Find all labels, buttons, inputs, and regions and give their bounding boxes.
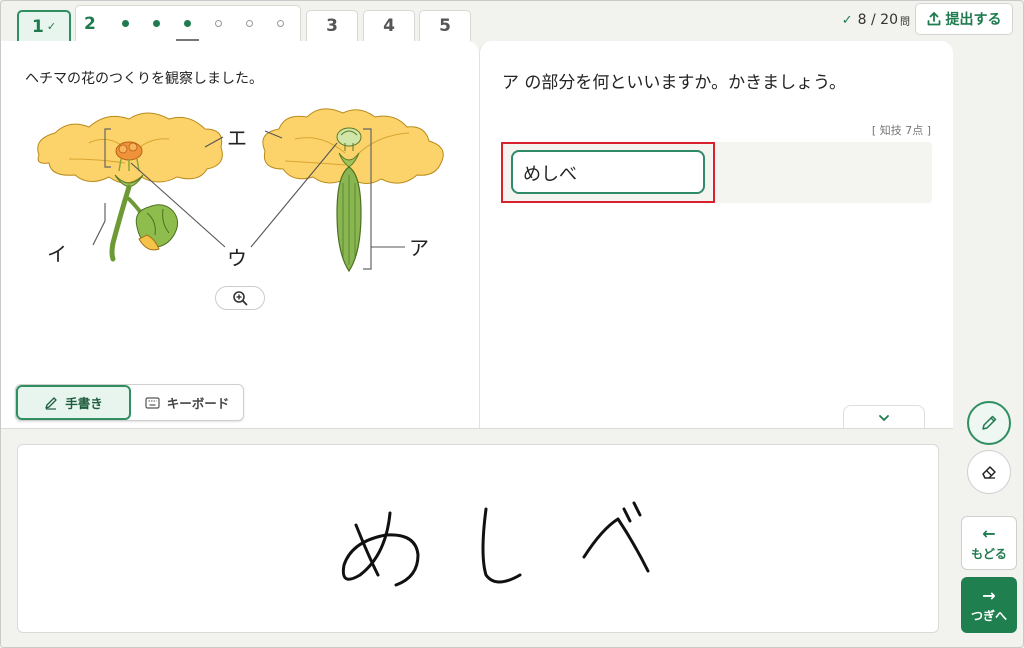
tab-question-4[interactable]: 4 <box>363 10 415 41</box>
question-tab-bar: 1 ✓ 2 3 4 5 ✓ 8 / 20 問 提出する <box>1 1 1023 41</box>
submit-label: 提出する <box>945 12 1002 28</box>
answered-dot-icon <box>121 20 129 27</box>
zoom-in-icon <box>233 291 248 306</box>
next-label: つぎへ <box>970 608 1007 623</box>
arrow-left-icon: ← <box>982 523 996 543</box>
chevron-down-icon <box>879 414 889 421</box>
question-material-panel: ヘチマの花のつくりを観察しました。 エ イ ウ ア 手書き キーボード <box>1 41 479 429</box>
unanswered-dot-icon <box>214 20 222 27</box>
subquestion-dot-6[interactable] <box>265 9 296 39</box>
eraser-icon <box>982 466 996 479</box>
subquestion-dot-5[interactable] <box>234 9 265 39</box>
answered-dot-icon <box>183 20 191 27</box>
check-icon: ✓ <box>841 12 853 28</box>
tab-question-2-label: 2 <box>84 13 96 34</box>
pen-tool-button[interactable] <box>967 401 1011 445</box>
eraser-tool-button[interactable] <box>967 450 1011 494</box>
handwritten-strokes <box>341 501 650 587</box>
progress-counter: ✓ 8 / 20 問 <box>842 10 910 30</box>
back-button[interactable]: ← もどる <box>961 516 1017 570</box>
material-prompt: ヘチマの花のつくりを観察しました。 <box>25 71 263 87</box>
unanswered-dot-icon <box>276 20 284 27</box>
tab-question-4-label: 4 <box>383 16 395 36</box>
flower-label-i: イ <box>47 242 67 266</box>
check-icon: ✓ <box>46 20 57 33</box>
input-mode-switch: 手書き キーボード <box>15 384 244 421</box>
progress-text: 8 / 20 <box>857 12 898 28</box>
handwriting-area <box>1 428 953 647</box>
points-label: [ 知技 7点 ] <box>871 124 931 137</box>
app-frame: 1 ✓ 2 3 4 5 ✓ 8 / 20 問 提出する ヘチマの花のつくりを観察… <box>0 0 1024 648</box>
handwriting-canvas[interactable] <box>17 444 939 633</box>
upload-icon <box>927 12 940 26</box>
question-text: ア の部分を何といいますか。かきましょう。 <box>502 73 847 93</box>
back-label: もどる <box>971 546 1007 561</box>
unanswered-dot-icon <box>245 20 253 27</box>
subquestion-dot-3-current[interactable] <box>172 9 203 41</box>
submit-button[interactable]: 提出する <box>915 3 1013 35</box>
handwriting-mode-button[interactable]: 手書き <box>16 385 131 420</box>
tab-question-3-label: 3 <box>326 16 338 36</box>
answer-input[interactable]: めしべ <box>511 150 705 194</box>
loofah-flower-illustration: エ イ ウ ア <box>37 108 444 273</box>
subquestion-dot-4[interactable] <box>203 9 234 39</box>
progress-unit: 問 <box>900 16 910 28</box>
subquestion-dot-1[interactable] <box>110 9 141 39</box>
tab-question-3[interactable]: 3 <box>306 10 358 41</box>
next-button[interactable]: → つぎへ <box>961 577 1017 633</box>
answered-dot-icon <box>152 20 160 27</box>
pencil-icon <box>982 415 997 430</box>
tab-question-5[interactable]: 5 <box>419 10 471 41</box>
keyboard-mode-label: キーボード <box>166 396 230 411</box>
arrow-right-icon: → <box>982 585 996 605</box>
keyboard-mode-button[interactable]: キーボード <box>131 385 243 420</box>
tab-question-5-label: 5 <box>439 16 451 36</box>
subquestion-indicators <box>110 9 296 41</box>
keyboard-icon <box>145 396 160 409</box>
pencil-icon <box>45 396 57 410</box>
tab-question-2[interactable]: 2 <box>75 5 301 41</box>
flower-label-e: エ <box>227 126 247 150</box>
tab-question-1[interactable]: 1 ✓ <box>17 10 71 41</box>
flower-label-a: ア <box>409 236 429 260</box>
handwriting-mode-label: 手書き <box>65 396 103 411</box>
subquestion-dot-2[interactable] <box>141 9 172 39</box>
zoom-button[interactable] <box>215 286 265 310</box>
question-panel: ア の部分を何といいますか。かきましょう。 [ 知技 7点 ] めしべ <box>479 41 953 429</box>
flower-label-u: ウ <box>227 246 247 270</box>
collapse-pad-button[interactable] <box>843 405 925 429</box>
tab-question-1-label: 1 <box>31 16 44 37</box>
